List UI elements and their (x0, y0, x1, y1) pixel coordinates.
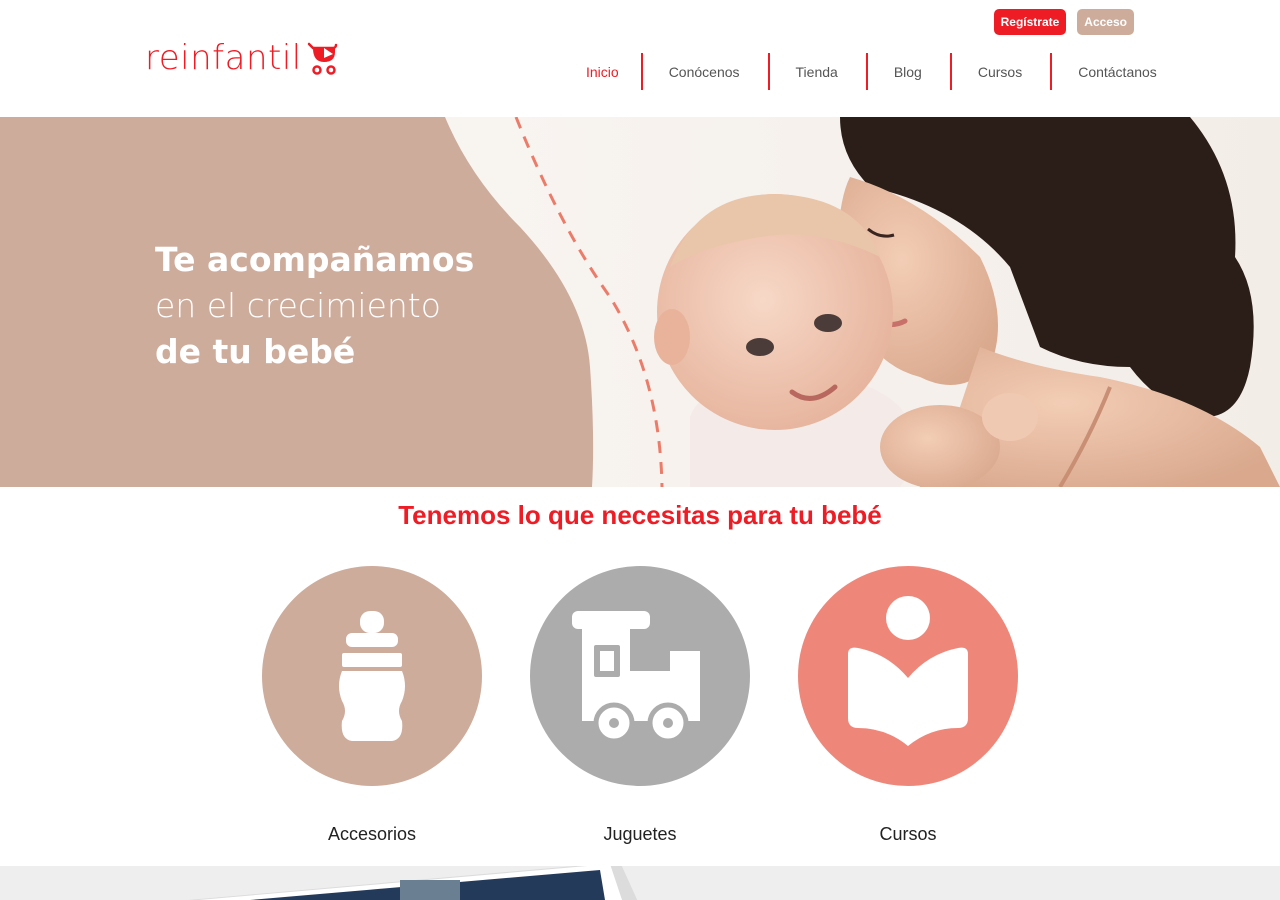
category-circle (798, 566, 1018, 786)
nav-item-cursos[interactable]: Cursos (949, 53, 1050, 90)
category-accesorios[interactable]: Accesorios (262, 566, 482, 845)
nav-item-inicio[interactable]: Inicio (564, 53, 641, 90)
category-label: Accesorios (327, 824, 417, 844)
section-title: Tenemos lo que necesitas para tu bebé (398, 500, 882, 530)
category-cursos[interactable]: Cursos (798, 566, 1018, 845)
baby-bottle-icon (339, 611, 405, 741)
category-circle (530, 566, 750, 786)
category-label: Juguetes (603, 824, 677, 844)
nav-item-conocenos[interactable]: Conócenos (640, 53, 768, 90)
category-juguetes[interactable]: Juguetes (530, 566, 750, 845)
hero-line-3: de tu bebé (155, 332, 356, 371)
hero-line-2: en el crecimiento (155, 286, 441, 325)
main-nav: Inicio Conócenos Tienda Blog Cursos Cont… (564, 53, 1185, 90)
brand-logo[interactable]: reinfantil (145, 38, 340, 78)
hero-line-1: Te acompañamos (155, 240, 475, 279)
nav-item-blog[interactable]: Blog (865, 53, 950, 90)
photo-collage-preview (188, 866, 638, 900)
baby-stroller-icon (307, 42, 337, 75)
hero-headline: Te acompañamos en el crecimiento de tu b… (155, 237, 555, 375)
register-button[interactable]: Regístrate (993, 9, 1067, 35)
brand-name: reinfantil (145, 38, 302, 78)
hero-banner: Te acompañamos en el crecimiento de tu b… (0, 117, 1280, 487)
reading-person-icon (848, 596, 968, 746)
category-circle (262, 566, 482, 786)
account-buttons: Regístrate Acceso (993, 9, 1134, 35)
login-button[interactable]: Acceso (1077, 9, 1134, 35)
nav-item-contactanos[interactable]: Contáctanos (1050, 53, 1185, 90)
nav-item-tienda[interactable]: Tienda (767, 53, 866, 90)
site-header: reinfantil Regístrate Acceso Inicio Conó… (0, 0, 1280, 117)
next-section-preview (0, 866, 1280, 900)
toy-train-icon (572, 611, 700, 741)
category-label: Cursos (879, 824, 937, 844)
